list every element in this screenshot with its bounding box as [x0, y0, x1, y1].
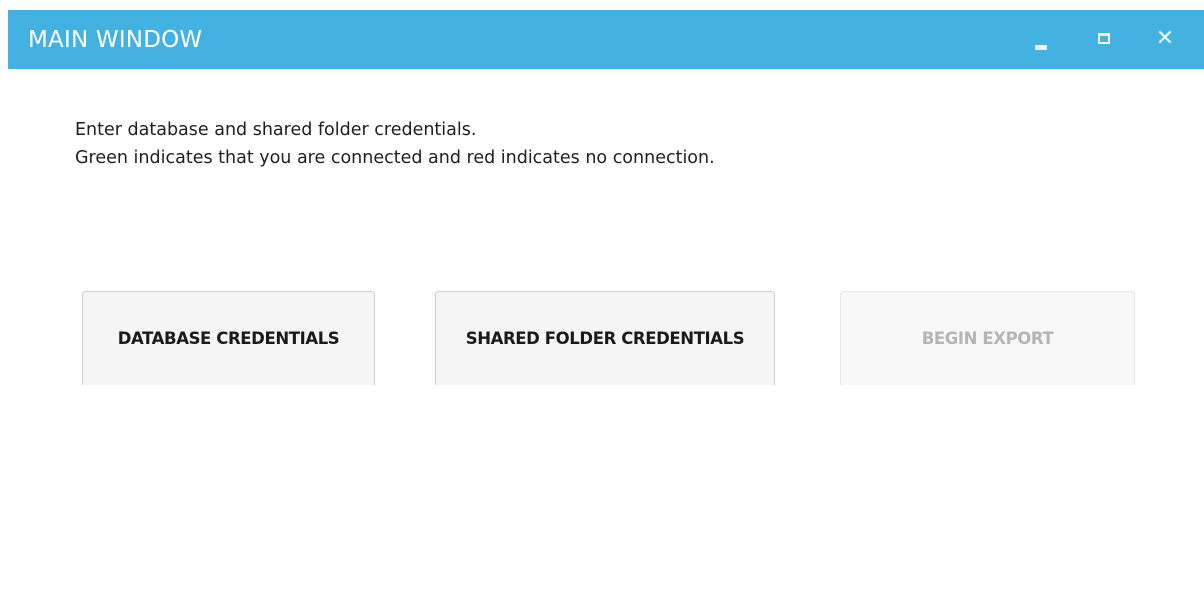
shared-folder-credentials-label: SHARED FOLDER CREDENTIALS — [465, 329, 745, 348]
minimize-button[interactable] — [1025, 24, 1061, 56]
close-button[interactable]: ✕ — [1146, 24, 1182, 56]
close-icon: ✕ — [1155, 26, 1175, 51]
begin-export-label: BEGIN EXPORT — [921, 329, 1054, 348]
maximize-button[interactable] — [1086, 24, 1122, 56]
window-title: MAIN WINDOW — [28, 27, 203, 53]
instructions-line-2: Green indicates that you are connected a… — [75, 148, 715, 168]
minimize-icon — [1035, 45, 1047, 50]
maximize-icon — [1098, 33, 1110, 44]
database-credentials-label: DATABASE CREDENTIALS — [117, 329, 340, 348]
instructions-line-1: Enter database and shared folder credent… — [75, 120, 477, 140]
title-bar[interactable]: MAIN WINDOW ✕ — [8, 10, 1204, 69]
main-window: MAIN WINDOW ✕ Enter database and shared … — [8, 0, 1204, 604]
content-area-blank — [8, 385, 1204, 604]
instructions-text: Enter database and shared folder credent… — [75, 116, 715, 172]
